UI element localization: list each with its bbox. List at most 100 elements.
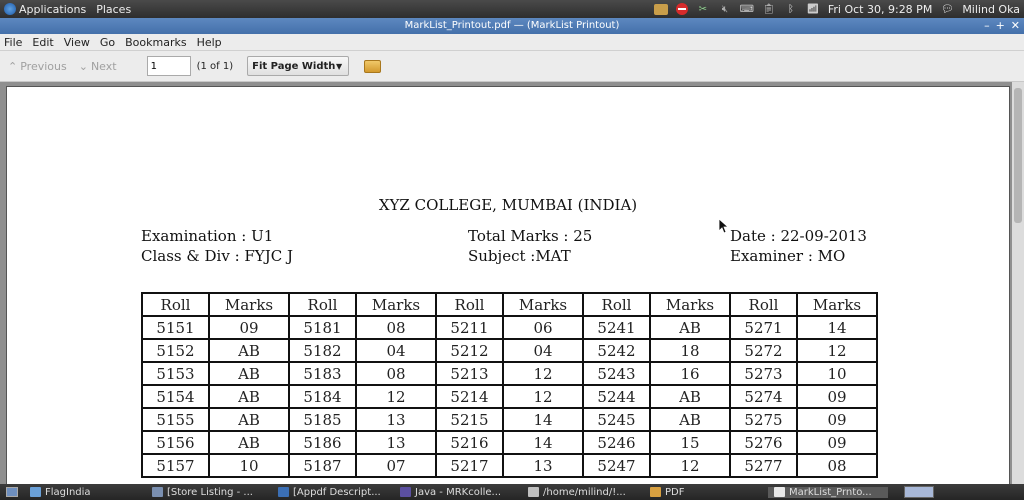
roll-cell: 5275 [729,407,798,432]
page-number-input[interactable] [146,56,191,76]
zoom-select[interactable]: Fit Page Width ▼ [247,56,350,76]
taskbar-item-label: [Appdf Descript... [293,486,381,498]
taskbar-item[interactable]: PDF [644,487,768,498]
close-button[interactable]: ✕ [1011,18,1020,34]
clock[interactable]: Fri Oct 30, 9:28 PM [828,3,932,16]
table-row: 5153 AB 5183 08 5213 12 5243 16 5273 10 [141,361,878,386]
table-body: 5151 09 5181 08 5211 06 5241 AB 5271 14 5152 AB 5182… [141,315,878,478]
roll-cell: 5215 [435,407,504,432]
marks-cell: 10 [208,453,290,478]
subject-label: Subject :MAT [468,247,571,265]
top-panel: Applications Places ✂ 🔇︎ ⌨ 📋︎ ᛒ 📶︎ Fri O… [0,0,1024,18]
college-title: XYZ COLLEGE, MUMBAI (INDIA) [378,196,638,214]
places-menu[interactable]: Places [96,3,131,16]
menu-view[interactable]: View [64,36,90,49]
roll-cell: 5214 [435,384,504,409]
vertical-scrollbar[interactable] [1012,82,1024,484]
examination-label: Examination : U1 [141,227,274,245]
window-icon [650,487,661,497]
previous-button[interactable]: ⌃ Previous [8,60,67,73]
marks-cell: 14 [502,407,584,432]
marks-cell: 09 [796,430,878,455]
roll-cell: 5181 [288,315,357,340]
table-row: 5157 10 5187 07 5217 13 5247 12 5277 08 [141,453,878,478]
marks-cell: AB [208,384,290,409]
marks-cell: 12 [502,384,584,409]
taskbar-item[interactable]: [Appdf Descript... [272,487,394,498]
roll-cell: 5155 [141,407,210,432]
marks-cell: 13 [502,453,584,478]
keyboard-icon[interactable]: ⌨ [740,3,754,15]
column-header: Roll [288,292,357,317]
marks-cell: 08 [355,361,437,386]
workspace-switcher[interactable] [904,486,934,498]
roll-cell: 5212 [435,338,504,363]
applications-menu[interactable]: Applications [4,3,86,16]
menu-bookmarks[interactable]: Bookmarks [125,36,186,49]
taskbar-item-label: MarkList_Prnto... [789,486,872,498]
bluetooth-icon[interactable]: ᛒ [784,3,798,15]
taskbar-item-label: /home/milind/!... [543,486,626,498]
distro-logo-icon [4,3,16,15]
taskbar: FlagIndia [Store Listing - ... [Appdf Desc… [0,484,1024,500]
chevron-up-icon: ⌃ [8,59,18,73]
taskbar-item[interactable]: MarkList_Prnto... [768,486,888,498]
roll-cell: 5243 [582,361,651,386]
taskbar-item-label: Java - MRKcolle... [415,486,502,498]
scrollbar-thumb[interactable] [1014,88,1022,223]
signal-icon[interactable]: 📶︎ [806,3,820,15]
menu-edit[interactable]: Edit [32,36,53,49]
menu-help[interactable]: Help [197,36,222,49]
marks-cell: 12 [796,338,878,363]
chat-icon[interactable]: 💬︎ [940,3,954,15]
menu-go[interactable]: Go [100,36,115,49]
taskbar-item[interactable]: /home/milind/!... [522,487,644,498]
dropdown-arrow-icon: ▼ [335,61,343,71]
marks-cell: 08 [796,453,878,478]
table-row: 5156 AB 5186 13 5216 14 5246 15 5276 09 [141,430,878,455]
marks-cell: 04 [502,338,584,363]
roll-cell: 5277 [729,453,798,478]
roll-cell: 5186 [288,430,357,455]
scissors-icon[interactable]: ✂ [696,3,710,15]
applications-label: Applications [19,2,87,16]
roll-cell: 5241 [582,315,651,340]
minimize-button[interactable]: – [984,18,990,34]
show-desktop-icon[interactable] [6,487,18,497]
marks-cell: 12 [502,361,584,386]
stop-icon[interactable] [675,3,688,15]
taskbar-item[interactable]: [Store Listing - ... [146,487,272,498]
date-label: Date : 22-09-2013 [730,227,867,245]
marks-cell: 13 [355,407,437,432]
marks-cell: 09 [208,315,290,340]
next-label: Next [90,59,117,73]
marks-cell: 07 [355,453,437,478]
open-folder-icon[interactable] [364,59,382,73]
roll-cell: 5271 [729,315,798,340]
table-row: 5151 09 5181 08 5211 06 5241 AB 5271 14 [141,315,878,340]
column-header: Marks [355,292,437,317]
roll-cell: 5213 [435,361,504,386]
marks-cell: 16 [649,361,731,386]
folder-icon[interactable] [653,3,668,15]
next-button[interactable]: ⌄ Next [79,60,117,73]
taskbar-item[interactable]: Java - MRKcolle... [394,487,522,498]
class-div-label: Class & Div : FYJC J [141,247,293,265]
menu-file[interactable]: File [4,36,22,49]
table-row: 5152 AB 5182 04 5212 04 5242 18 5272 12 [141,338,878,363]
window-icon [30,487,41,497]
roll-cell: 5217 [435,453,504,478]
roll-cell: 5187 [288,453,357,478]
taskbar-item[interactable]: FlagIndia [24,487,146,498]
marks-cell: 04 [355,338,437,363]
document-view[interactable]: XYZ COLLEGE, MUMBAI (INDIA) Examination … [0,82,1024,500]
previous-label: Previous [20,59,67,73]
volume-muted-icon[interactable]: 🔇︎ [718,3,732,15]
clipboard-icon[interactable]: 📋︎ [762,3,776,15]
maximize-button[interactable]: + [996,18,1005,34]
marks-cell: 13 [355,430,437,455]
user-name[interactable]: Milind Oka [962,3,1020,16]
window-icon [528,487,539,497]
roll-cell: 5272 [729,338,798,363]
column-header: Roll [582,292,651,317]
